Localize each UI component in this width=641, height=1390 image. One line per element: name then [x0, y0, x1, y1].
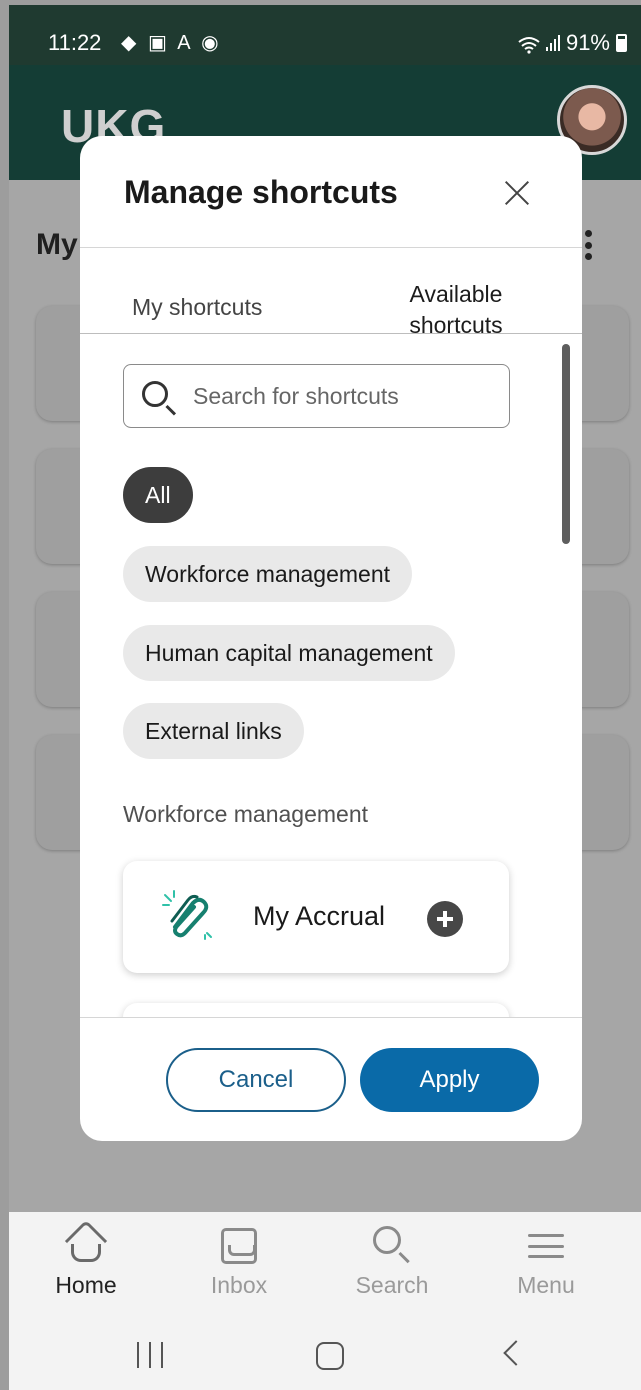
- nav-item-inbox[interactable]: Inbox: [164, 1212, 314, 1312]
- shortcut-card[interactable]: [123, 1003, 509, 1017]
- scrollbar[interactable]: [562, 344, 570, 544]
- nav-label-inbox: Inbox: [210, 1272, 268, 1298]
- shortcut-label: My Accrual: [253, 901, 386, 931]
- manage-shortcuts-modal: Manage shortcuts My shortcuts Available …: [80, 136, 582, 1141]
- filter-chip-workforce-management[interactable]: Workforce management: [123, 546, 413, 602]
- filter-chip-human-capital-management[interactable]: Human capital management: [123, 625, 455, 681]
- nav-label-menu: Menu: [517, 1272, 575, 1298]
- nav-item-home[interactable]: Home: [11, 1212, 161, 1312]
- wifi-icon: [518, 34, 540, 54]
- page-title: My: [36, 228, 78, 261]
- search-icon: [142, 381, 168, 407]
- system-nav: [9, 1312, 641, 1390]
- nav-label-search: Search: [355, 1272, 429, 1298]
- battery-icon: [616, 34, 627, 52]
- battery-percent: 91%: [565, 30, 610, 55]
- filter-chip-external-links[interactable]: External links: [123, 703, 304, 759]
- divider: [80, 1017, 582, 1018]
- status-right: 91%: [518, 30, 627, 56]
- paperclip-icon: [161, 889, 213, 941]
- more-options-icon[interactable]: [584, 230, 592, 260]
- home-button-icon[interactable]: [316, 1342, 344, 1370]
- home-icon-body: [71, 1244, 101, 1262]
- menu-icon: [528, 1234, 564, 1258]
- search-field[interactable]: [123, 364, 510, 428]
- shortcuts-scroll-area[interactable]: All Workforce management Human capital m…: [80, 136, 582, 1017]
- shortcut-card-my-accrual[interactable]: My Accrual: [123, 861, 509, 973]
- notification-icons: ◆ ▣ A ◉: [121, 32, 222, 54]
- apply-button[interactable]: Apply: [360, 1048, 539, 1112]
- back-icon[interactable]: [503, 1340, 529, 1366]
- search-input[interactable]: [193, 379, 493, 413]
- cancel-button[interactable]: Cancel: [166, 1048, 346, 1112]
- inbox-icon: [221, 1228, 257, 1264]
- nav-item-menu[interactable]: Menu: [471, 1212, 621, 1312]
- status-time: 11:22: [48, 30, 102, 55]
- bottom-nav: Home Inbox Search Menu: [9, 1212, 641, 1312]
- filter-chip-all[interactable]: All: [123, 467, 193, 523]
- status-bar: 11:22 ◆ ▣ A ◉ 91%: [9, 5, 641, 65]
- add-icon[interactable]: [427, 901, 463, 937]
- nav-label-home: Home: [55, 1272, 117, 1298]
- signal-icon: [545, 35, 560, 51]
- section-label: Workforce management: [123, 801, 369, 827]
- nav-item-search[interactable]: Search: [317, 1212, 467, 1312]
- search-icon: [373, 1226, 401, 1254]
- recents-icon[interactable]: [137, 1342, 163, 1368]
